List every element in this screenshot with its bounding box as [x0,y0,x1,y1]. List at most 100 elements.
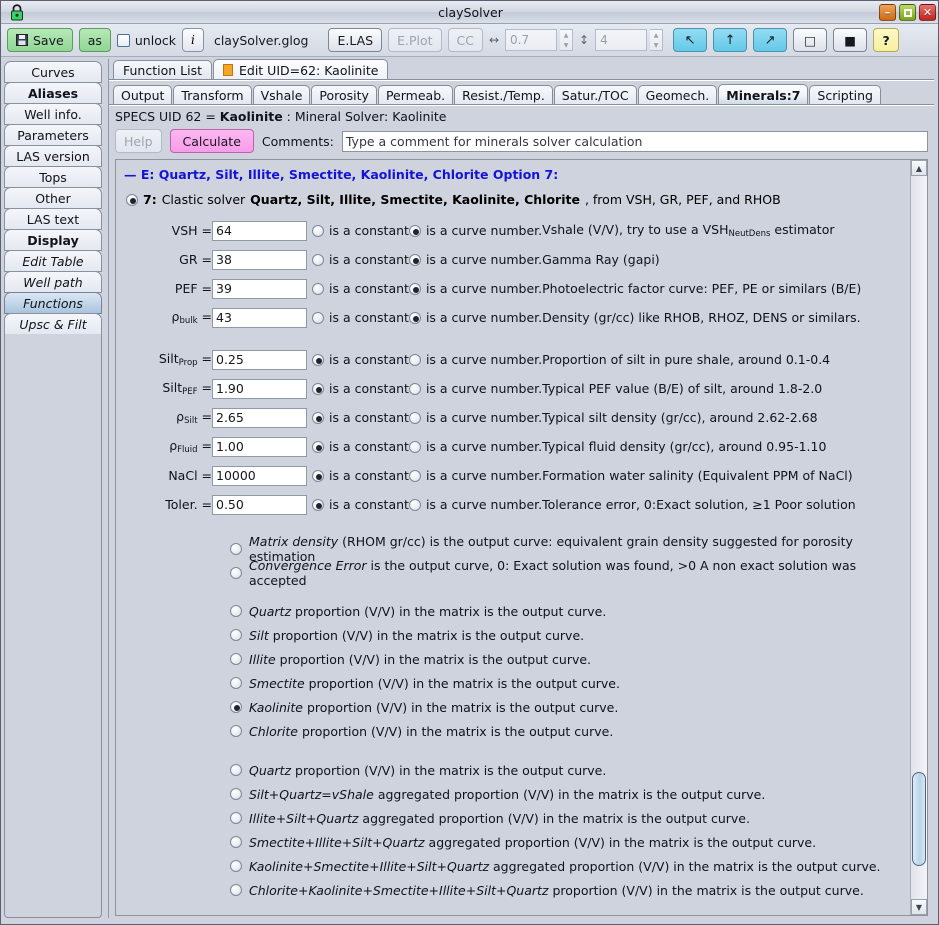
gr-curve-radio[interactable] [408,253,421,266]
height-input[interactable]: 4 [595,29,648,51]
option-chlorite-proportion[interactable]: Chlorite proportion (V/V) in the matrix … [230,719,910,743]
sidebar-item-well-info[interactable]: Well info. [4,103,102,125]
vsh-input[interactable]: 64 [212,220,307,241]
export-plot-button[interactable]: E.Plot [388,28,442,52]
save-as-button[interactable]: as [78,28,111,52]
pef-curve-option[interactable]: is a curve number. [408,281,542,296]
info-button[interactable]: i [181,28,204,52]
silt-prop-constant-radio[interactable] [312,353,324,366]
nacl-constant-radio[interactable] [312,469,324,482]
tab-minerals[interactable]: Minerals:7 [718,84,809,105]
sidebar-item-upsc-filt[interactable]: Upsc & Filt [4,313,102,335]
rho-silt-curve-radio[interactable] [408,411,421,424]
maximize-button[interactable] [899,4,916,21]
pef-curve-radio[interactable] [408,282,421,295]
option-7-radio[interactable] [126,193,138,206]
silt-pef-constant-option[interactable]: is a constant [312,381,409,396]
agg-chlorite-radio[interactable] [230,884,242,896]
rho-bulk-input[interactable]: 43 [212,307,307,328]
agg-kaolinite-radio[interactable] [230,860,242,872]
tab-satur-toc[interactable]: Satur./TOC [553,85,637,105]
illite-proportion-radio[interactable] [230,653,242,665]
silt-prop-input[interactable]: 0.25 [212,349,307,370]
nav-back-icon[interactable]: ↖ [673,28,708,52]
rho-fluid-input[interactable]: 1.00 [212,436,307,457]
scroll-up-arrow-icon[interactable]: ▲ [911,160,927,176]
rho-silt-input[interactable]: 2.65 [212,407,307,428]
vsh-constant-option[interactable]: is a constant [312,223,409,238]
nacl-input[interactable]: 10000 [212,465,307,486]
pef-input[interactable]: 39 [212,278,307,299]
sidebar-item-edit-table[interactable]: Edit Table [4,250,102,272]
help-button[interactable]: Help [115,129,162,153]
height-stepper[interactable]: 4 ▲ ▼ [595,29,664,51]
vsh-curve-radio[interactable] [408,224,421,237]
vsh-curve-option[interactable]: is a curve number. [408,223,542,238]
agg-quartz-radio[interactable] [230,764,242,776]
nacl-curve-radio[interactable] [408,469,421,482]
chlorite-proportion-radio[interactable] [230,725,242,737]
agg-silt-quartz-radio[interactable] [230,788,242,800]
sidebar-item-parameters[interactable]: Parameters [4,124,102,146]
option-convergence-error[interactable]: Convergence Error is the output curve, 0… [230,558,910,588]
option-agg-kaolinite-smectite[interactable]: Kaolinite+Smectite+Illite+Silt+Quartz ag… [230,854,910,878]
rho-fluid-curve-radio[interactable] [408,440,421,453]
toler-constant-radio[interactable] [312,498,324,511]
option-agg-quartz[interactable]: Quartz proportion (V/V) in the matrix is… [230,758,910,782]
kaolinite-proportion-radio[interactable] [230,701,242,713]
smectite-proportion-radio[interactable] [230,677,242,689]
agg-illite-silt-quartz-radio[interactable] [230,812,242,824]
convergence-error-radio[interactable] [230,567,242,579]
option-agg-illite-silt-quartz[interactable]: Illite+Silt+Quartz aggregated proportion… [230,806,910,830]
nacl-constant-option[interactable]: is a constant [312,468,409,483]
comments-input[interactable]: Type a comment for minerals solver calcu… [341,130,928,152]
silt-pef-curve-radio[interactable] [408,382,421,395]
cc-button[interactable]: CC [447,28,483,52]
agg-smectite-radio[interactable] [230,836,242,848]
help-icon[interactable]: ? [873,28,900,52]
rho-silt-constant-radio[interactable] [312,411,324,424]
height-spin-arrows[interactable]: ▲ ▼ [650,29,664,51]
sidebar-item-display[interactable]: Display [4,229,102,251]
tab-output[interactable]: Output [113,85,173,105]
nacl-curve-option[interactable]: is a curve number. [408,468,542,483]
silt-prop-curve-radio[interactable] [408,353,421,366]
scroll-down-arrow-icon[interactable]: ▼ [911,899,927,915]
silt-proportion-radio[interactable] [230,629,242,641]
rho-fluid-constant-option[interactable]: is a constant [312,439,409,454]
width-stepper[interactable]: 0.7 ▲ ▼ [505,29,574,51]
toler-curve-option[interactable]: is a curve number. [408,497,542,512]
toler-input[interactable]: 0.50 [212,494,307,515]
option-agg-smectite-illite-silt-quartz[interactable]: Smectite+Illite+Silt+Quartz aggregated p… [230,830,910,854]
rho-bulk-curve-radio[interactable] [408,311,421,324]
tab-scripting[interactable]: Scripting [809,85,881,105]
silt-prop-constant-option[interactable]: is a constant [312,352,409,367]
minimize-button[interactable]: – [879,4,896,21]
pef-constant-option[interactable]: is a constant [312,281,409,296]
tab-edit-uid-62-kaolinite[interactable]: Edit UID=62: Kaolinite [213,59,389,80]
nav-up-icon[interactable]: ↑ [713,28,748,52]
toler-constant-option[interactable]: is a constant [312,497,409,512]
tab-vshale[interactable]: Vshale [252,85,311,105]
width-input[interactable]: 0.7 [505,29,558,51]
matrix-density-radio[interactable] [230,543,242,555]
silt-prop-curve-option[interactable]: is a curve number. [408,352,542,367]
rho-silt-constant-option[interactable]: is a constant [312,410,409,425]
rho-bulk-curve-option[interactable]: is a curve number. [408,310,542,325]
content-vertical-scrollbar[interactable]: ▲ ▼ [910,160,927,915]
close-button[interactable]: ✕ [919,4,936,21]
sidebar-item-functions[interactable]: Functions [4,292,102,314]
sidebar-item-las-version[interactable]: LAS version [4,145,102,167]
gr-constant-option[interactable]: is a constant [312,252,409,267]
sidebar-item-well-path[interactable]: Well path [4,271,102,293]
option-smectite-proportion[interactable]: Smectite proportion (V/V) in the matrix … [230,671,910,695]
unlock-checkbox[interactable] [116,33,130,47]
option-silt-proportion[interactable]: Silt proportion (V/V) in the matrix is t… [230,623,910,647]
option-quartz-proportion[interactable]: Quartz proportion (V/V) in the matrix is… [230,599,910,623]
gr-constant-radio[interactable] [312,253,324,266]
silt-pef-input[interactable]: 1.90 [212,378,307,399]
silt-pef-constant-radio[interactable] [312,382,324,395]
filled-square-icon[interactable]: ■ [833,28,868,52]
option-illite-proportion[interactable]: Illite proportion (V/V) in the matrix is… [230,647,910,671]
tab-resist-temp[interactable]: Resist./Temp. [454,85,553,105]
